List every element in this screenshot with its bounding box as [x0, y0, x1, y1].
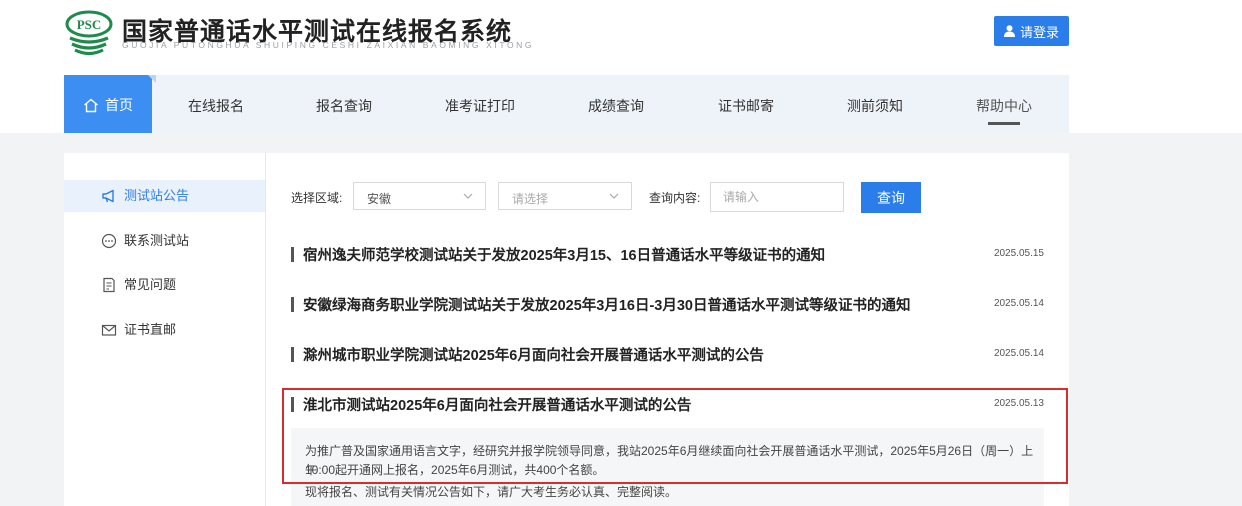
notice-bar: [291, 397, 294, 412]
content-panel: 测试站公告 联系测试站 常见问题 证书直邮 选择区域: 安徽 请选择 查询内容:…: [64, 153, 1069, 506]
nav-item-home[interactable]: 首页: [64, 75, 152, 133]
nav-label-help-center: 帮助中心: [976, 98, 1032, 114]
region-label: 选择区域:: [291, 191, 343, 205]
notice-title[interactable]: 宿州逸夫师范学校测试站关于发放2025年3月15、16日普通话水平等级证书的通知: [303, 244, 825, 265]
notice-title[interactable]: 滁州城市职业学院测试站2025年6月面向社会开展普通话水平测试的公告: [303, 344, 764, 365]
content-label: 查询内容:: [649, 191, 701, 205]
sidebar-item-contact-station[interactable]: 联系测试站: [64, 225, 265, 257]
document-icon: [103, 277, 115, 293]
sidebar-item-certificate-direct-mail[interactable]: 证书直邮: [64, 314, 265, 346]
mail-icon: [101, 324, 117, 336]
notice-date: 2025.05.15: [993, 248, 1044, 259]
notice-bar: [291, 347, 294, 362]
city-select[interactable]: 请选择: [498, 182, 632, 210]
notice-bar: [291, 247, 294, 262]
notice-item[interactable]: 安徽绿海商务职业学院测试站关于发放2025年3月16日-3月30日普通话水平测试…: [291, 294, 1044, 314]
login-label: 请登录: [1019, 24, 1059, 40]
chevron-down-icon: [463, 193, 473, 199]
sidebar-label: 测试站公告: [124, 188, 190, 203]
notice-date: 2025.05.13: [993, 398, 1044, 409]
nav-item-pretest-notes[interactable]: 测前须知: [827, 75, 923, 133]
chat-icon: [101, 233, 117, 249]
city-placeholder: 请选择: [512, 192, 549, 206]
logo-text: PSC: [77, 17, 102, 32]
home-icon: [84, 98, 98, 112]
nav-active-underline: [988, 122, 1020, 125]
sidebar: 测试站公告 联系测试站 常见问题 证书直邮: [64, 153, 266, 506]
nav-label-home: 首页: [105, 97, 133, 113]
nav-item-certificate-mail[interactable]: 证书邮寄: [698, 75, 794, 133]
login-button[interactable]: 请登录: [994, 16, 1069, 46]
notice-item[interactable]: 滁州城市职业学院测试站2025年6月面向社会开展普通话水平测试的公告 2025.…: [291, 344, 1044, 364]
psc-logo-icon: PSC: [65, 10, 113, 56]
search-content-input[interactable]: [710, 182, 844, 212]
nav-item-score-query[interactable]: 成绩查询: [568, 75, 664, 133]
main-nav: 首页 在线报名 报名查询 准考证打印 成绩查询 证书邮寄 测前须知 帮助中心: [64, 75, 1069, 133]
notice-date: 2025.05.14: [993, 348, 1044, 359]
sidebar-label: 常见问题: [124, 277, 177, 292]
megaphone-icon: [102, 189, 114, 203]
nav-item-help-center[interactable]: 帮助中心: [956, 75, 1052, 133]
query-button[interactable]: 查询: [861, 182, 921, 213]
site-subtitle: GUOJIA PUTONGHUA SHUIPING CESHI ZAIXIAN …: [122, 40, 535, 50]
chevron-down-icon: [609, 193, 619, 199]
nav-item-admission-ticket[interactable]: 准考证打印: [424, 75, 536, 133]
province-value: 安徽: [367, 192, 392, 206]
notice-title[interactable]: 安徽绿海商务职业学院测试站关于发放2025年3月16日-3月30日普通话水平测试…: [303, 294, 910, 315]
summary-line-2: 10:00起开通网上报名，2025年6月测试，共400个名额。: [305, 463, 605, 477]
user-icon: [1003, 25, 1015, 37]
sidebar-label: 证书直邮: [124, 322, 177, 337]
notice-item[interactable]: 淮北市测试站2025年6月面向社会开展普通话水平测试的公告 2025.05.13: [291, 394, 1044, 414]
sidebar-item-station-notices[interactable]: 测试站公告: [64, 180, 265, 212]
nav-item-online-signup[interactable]: 在线报名: [168, 75, 264, 133]
notice-item[interactable]: 宿州逸夫师范学校测试站关于发放2025年3月15、16日普通话水平等级证书的通知…: [291, 244, 1044, 264]
sidebar-item-faq[interactable]: 常见问题: [64, 269, 265, 301]
nav-item-signup-query[interactable]: 报名查询: [296, 75, 392, 133]
notice-summary: 为推广普及国家通用语言文字，经研究并报学院领导同意，我站2025年6月继续面向社…: [291, 428, 1044, 506]
sidebar-label: 联系测试站: [124, 233, 190, 248]
notice-date: 2025.05.14: [993, 298, 1044, 309]
province-select[interactable]: 安徽: [353, 182, 486, 210]
notice-bar: [291, 297, 294, 312]
nav-home-corner: [148, 75, 156, 83]
summary-line-3: 现将报名、测试有关情况公告如下，请广大考生务必认真、完整阅读。: [305, 485, 678, 499]
notice-title[interactable]: 淮北市测试站2025年6月面向社会开展普通话水平测试的公告: [303, 394, 691, 415]
